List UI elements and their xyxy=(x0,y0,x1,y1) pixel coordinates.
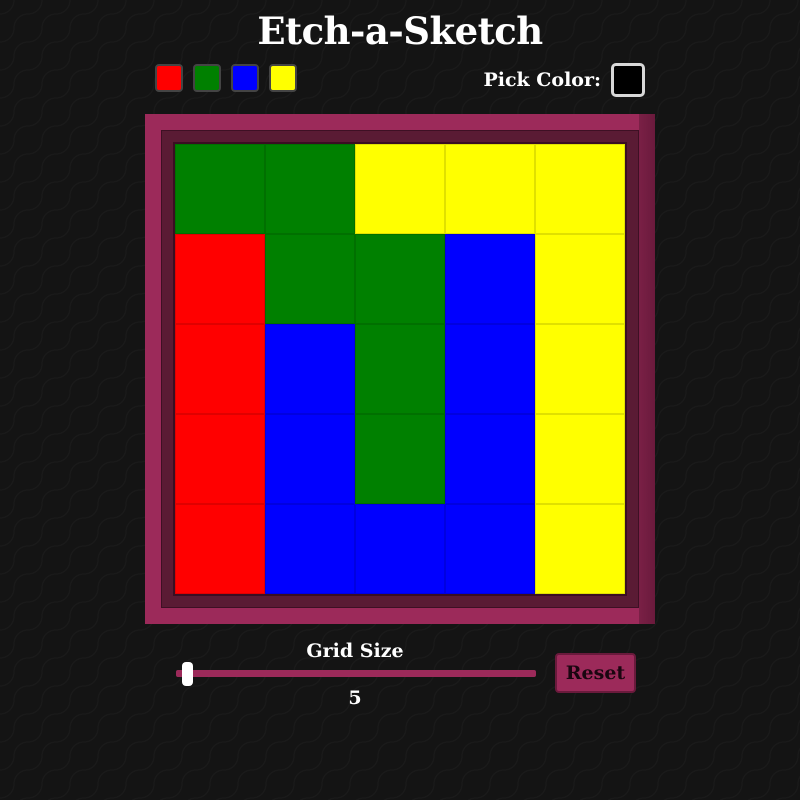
grid-cell[interactable] xyxy=(445,504,535,594)
grid-cell[interactable] xyxy=(355,504,445,594)
grid-cell[interactable] xyxy=(265,144,355,234)
grid-cell[interactable] xyxy=(355,414,445,504)
grid-cell[interactable] xyxy=(535,504,625,594)
grid-cell[interactable] xyxy=(535,234,625,324)
swatch-yellow[interactable] xyxy=(269,64,297,92)
grid-cell[interactable] xyxy=(355,234,445,324)
grid-cell[interactable] xyxy=(535,324,625,414)
app-title: Etch-a-Sketch xyxy=(257,9,543,53)
frame-bevel xyxy=(639,114,655,624)
grid-cell[interactable] xyxy=(355,144,445,234)
color-swatches xyxy=(155,64,297,92)
grid-cell[interactable] xyxy=(175,234,265,324)
pick-color-label: Pick Color: xyxy=(483,69,601,91)
grid-cell[interactable] xyxy=(445,414,535,504)
grid-cell[interactable] xyxy=(445,144,535,234)
grid-cell[interactable] xyxy=(175,414,265,504)
grid-cell[interactable] xyxy=(535,144,625,234)
grid-cell[interactable] xyxy=(535,414,625,504)
grid-cell[interactable] xyxy=(445,324,535,414)
swatch-green[interactable] xyxy=(193,64,221,92)
grid-size-label: Grid Size xyxy=(306,640,404,662)
grid-size-slider[interactable] xyxy=(176,670,536,677)
grid-cell[interactable] xyxy=(175,144,265,234)
reset-button[interactable]: Reset xyxy=(555,653,636,693)
grid-size-slider-thumb[interactable] xyxy=(182,662,193,686)
grid-cell[interactable] xyxy=(265,324,355,414)
color-picker-input[interactable] xyxy=(611,63,645,97)
grid-cell[interactable] xyxy=(175,324,265,414)
pick-color-group: Pick Color: xyxy=(483,63,645,97)
grid-cell[interactable] xyxy=(265,234,355,324)
grid-size-value: 5 xyxy=(348,687,362,709)
grid-cell[interactable] xyxy=(265,414,355,504)
sketch-grid[interactable] xyxy=(175,144,625,594)
grid-cell[interactable] xyxy=(355,324,445,414)
swatch-blue[interactable] xyxy=(231,64,259,92)
grid-cell[interactable] xyxy=(175,504,265,594)
grid-cell[interactable] xyxy=(265,504,355,594)
swatch-red[interactable] xyxy=(155,64,183,92)
grid-cell[interactable] xyxy=(445,234,535,324)
